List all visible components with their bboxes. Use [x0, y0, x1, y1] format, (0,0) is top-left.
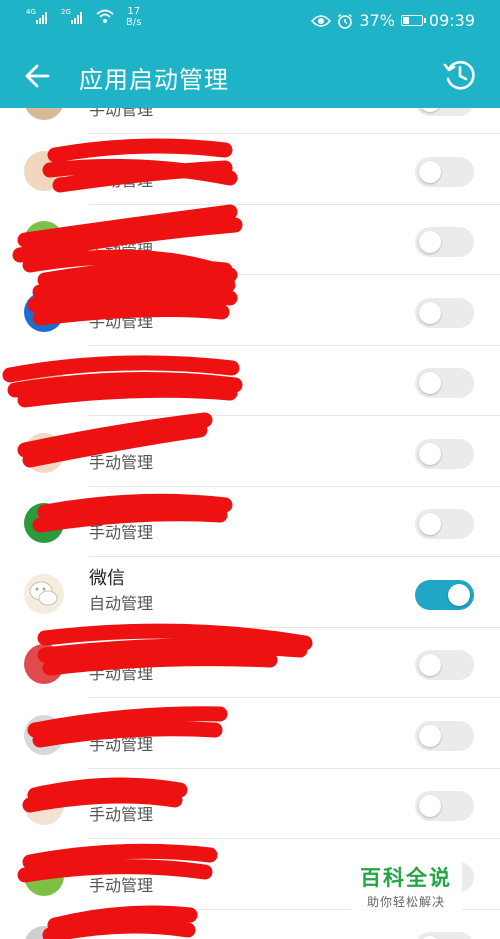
list-item[interactable]: 手动管理 — [0, 346, 500, 416]
app-launch-mode: 手动管理 — [89, 805, 154, 824]
list-item[interactable]: 微信 自动管理 — [0, 558, 500, 628]
speed-value: 17 — [127, 6, 141, 17]
app-launch-mode: 手动管理 — [89, 170, 154, 190]
auto-manage-toggle[interactable] — [415, 227, 474, 257]
watermark-title: 百科全说 — [360, 866, 452, 890]
list-item[interactable]: 手动管理 — [0, 769, 500, 839]
network-speed: 17 B/s — [126, 6, 141, 28]
history-clock-icon[interactable] — [442, 57, 478, 93]
toggle-knob — [419, 372, 441, 394]
toggle-knob — [419, 231, 441, 253]
app-launch-mode: 手动管理 — [89, 875, 154, 895]
app-icon — [24, 714, 64, 755]
app-launch-mode: 手动管理 — [89, 382, 154, 401]
app-launch-mode: 手动管理 — [89, 664, 154, 683]
app-icon — [24, 785, 64, 825]
app-bar: 应用启动管理 — [0, 42, 500, 108]
app-launch-mode: 手动管理 — [89, 311, 154, 331]
app-launch-mode: 自动管理 — [89, 593, 154, 613]
list-item[interactable]: 手动管理 — [0, 108, 500, 134]
speed-unit: B/s — [126, 17, 142, 28]
watermark: 百科全说 助你轻松解决 — [350, 856, 462, 912]
auto-manage-toggle[interactable] — [415, 650, 474, 680]
auto-manage-toggle[interactable] — [415, 297, 474, 328]
auto-manage-toggle[interactable] — [415, 438, 474, 469]
toggle-knob — [419, 108, 441, 112]
app-icon — [24, 291, 64, 332]
status-right: 37% 09:39 — [311, 11, 475, 30]
app-icon — [24, 432, 64, 473]
auto-manage-toggle[interactable] — [415, 108, 474, 116]
toggle-knob — [419, 724, 441, 747]
app-icon — [24, 221, 64, 261]
app-icon — [24, 150, 64, 191]
app-icon — [24, 926, 64, 939]
auto-manage-toggle[interactable] — [415, 579, 474, 610]
toggle-knob — [419, 160, 441, 183]
app-launch-mode: 手动管理 — [89, 108, 154, 119]
status-bar: 4G 2G 17 B/s 37% 09:39 — [0, 0, 500, 42]
battery-percent: 37% — [359, 11, 395, 30]
network-type-label: 4G — [26, 8, 36, 16]
toggle-knob — [419, 795, 441, 817]
list-item[interactable]: 手动管理 — [0, 205, 500, 275]
status-left: 4G 2G 17 B/s — [26, 6, 141, 28]
app-icon — [24, 503, 64, 543]
auto-manage-toggle[interactable] — [415, 932, 474, 939]
battery-level-fill — [402, 17, 410, 24]
toggle-knob — [419, 442, 441, 465]
network-type-label: 2G — [61, 8, 71, 16]
app-icon — [24, 855, 64, 896]
app-name: 微信 — [89, 567, 125, 589]
clock-time: 09:39 — [428, 11, 475, 30]
app-launch-mode: 手动管理 — [89, 734, 154, 754]
list-item[interactable]: 手动管理 — [0, 276, 500, 346]
app-launch-mode: 手动管理 — [89, 241, 154, 260]
page-title: 应用启动管理 — [79, 66, 229, 94]
app-icon — [24, 362, 64, 402]
list-item[interactable]: 手动管理 — [0, 699, 500, 769]
toggle-knob — [419, 301, 441, 324]
list-item[interactable]: 手动管理 — [0, 487, 500, 557]
toggle-knob — [419, 654, 441, 676]
alarm-icon — [338, 13, 353, 29]
app-launch-mode: 手动管理 — [89, 452, 154, 472]
auto-manage-toggle[interactable] — [415, 156, 474, 187]
list-item[interactable]: 手动管理 — [0, 135, 500, 205]
list-item[interactable]: 手动管理 — [0, 628, 500, 698]
app-list[interactable]: 手动管理 手动管理 手动管理 手动管理 手动管理 手动管理 手动管理 微信 自动管理 手动管理 手动… — [0, 108, 500, 939]
wifi-icon — [96, 9, 114, 23]
auto-manage-toggle[interactable] — [415, 509, 474, 539]
app-icon — [24, 108, 64, 120]
battery-icon — [400, 15, 426, 26]
app-launch-mode: 手动管理 — [89, 523, 154, 542]
wechat-bubbles-icon — [29, 581, 58, 605]
auto-manage-toggle[interactable] — [415, 720, 474, 751]
list-item[interactable] — [0, 910, 500, 939]
toggle-knob — [419, 513, 441, 535]
back-arrow-icon[interactable] — [18, 56, 58, 96]
toggle-knob — [448, 583, 470, 606]
list-item[interactable]: 手动管理 — [0, 417, 500, 487]
auto-manage-toggle[interactable] — [415, 791, 474, 821]
signal-icon: 2G — [61, 8, 82, 24]
watermark-subtitle: 助你轻松解决 — [366, 895, 445, 909]
eye-icon — [311, 14, 332, 27]
auto-manage-toggle[interactable] — [415, 368, 474, 398]
wechat-app-icon — [24, 573, 64, 614]
app-icon — [24, 644, 64, 684]
signal-icon: 4G — [26, 8, 47, 24]
